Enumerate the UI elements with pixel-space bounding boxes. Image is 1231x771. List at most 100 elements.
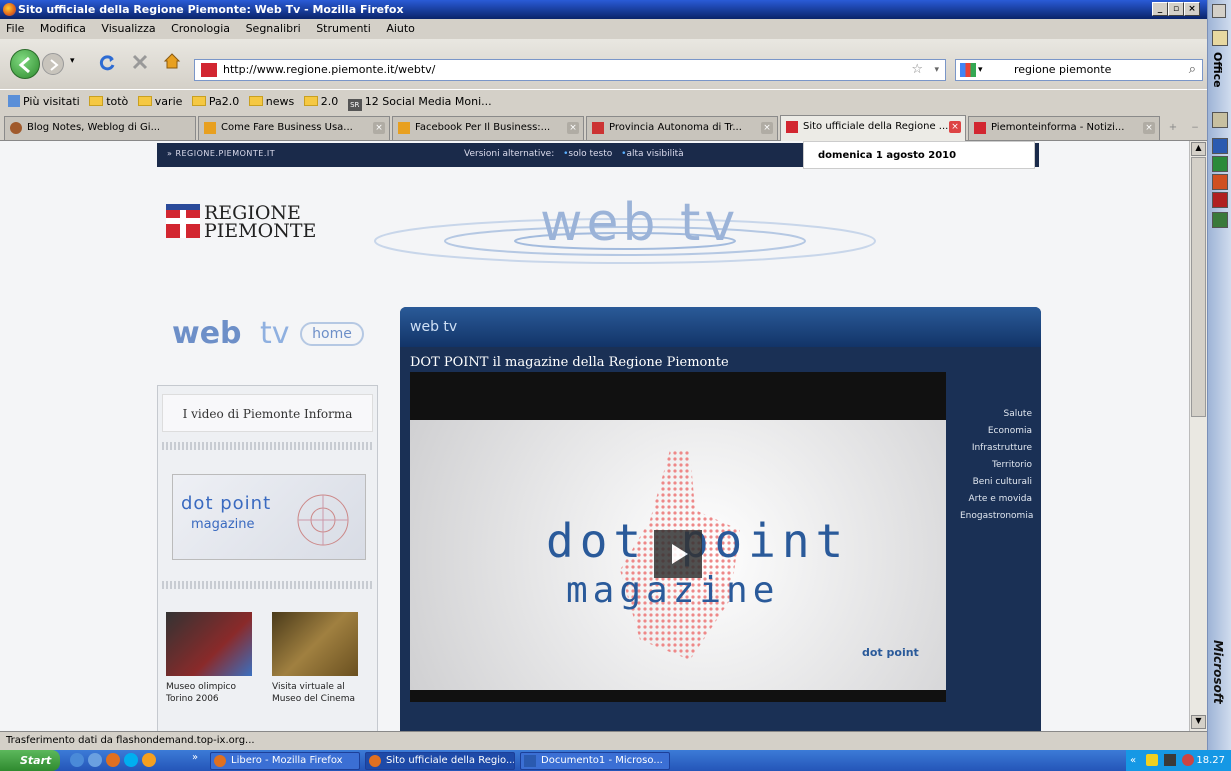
tab-regione-piemonte[interactable]: Sito ufficiale della Regione ... × — [780, 115, 966, 141]
divider — [162, 581, 373, 589]
sidebar-title: I video di Piemonte Informa — [162, 394, 373, 432]
menu-file[interactable]: File — [0, 19, 30, 39]
search-bar[interactable]: ▾ regione piemonte ⌕ — [955, 59, 1203, 81]
office-menu-icon[interactable] — [1212, 4, 1226, 18]
menu-segnalibri[interactable]: Segnalibri — [240, 19, 307, 39]
category-item[interactable]: Arte e movida — [960, 491, 1032, 508]
access-icon[interactable] — [1212, 192, 1228, 208]
url-dropdown-icon[interactable]: ▾ — [934, 60, 939, 80]
minimize-button[interactable]: _ — [1152, 2, 1168, 16]
new-tab-button[interactable]: + — [1162, 118, 1184, 138]
bookmark-pa20[interactable]: Pa2.0 — [190, 90, 243, 114]
search-icon[interactable]: ⌕ — [1189, 60, 1196, 80]
restore-button[interactable]: ▫ — [1168, 2, 1184, 16]
bookmark-most-visited[interactable]: Più visitati — [0, 90, 84, 114]
bookmark-varie[interactable]: varie — [136, 90, 187, 114]
reload-icon[interactable] — [96, 51, 118, 73]
video-player[interactable]: dot point magazine dot point — [410, 372, 946, 702]
video-thumbnail-museo-olimpico[interactable] — [166, 612, 252, 676]
folder-icon — [89, 96, 104, 106]
bookmark-toto[interactable]: totò — [87, 90, 132, 114]
bookmark-social-media[interactable]: SR 12 Social Media Moni... — [346, 90, 496, 114]
stop-icon[interactable] — [130, 52, 150, 72]
video-label-museo-olimpico[interactable]: Museo olimpico Torino 2006 — [166, 681, 236, 705]
tab-provincia[interactable]: Provincia Autonoma di Tr... × — [586, 116, 778, 140]
vertical-scrollbar[interactable]: ▲ ▼ — [1189, 141, 1207, 731]
close-tab-icon[interactable]: × — [761, 122, 773, 134]
browser-icon[interactable] — [88, 753, 102, 767]
close-tab-icon[interactable]: × — [567, 122, 579, 134]
dot-point-thumbnail[interactable]: dot point magazine — [172, 474, 366, 560]
high-visibility-link[interactable]: alta visibilità — [626, 149, 683, 159]
window-titlebar[interactable]: Sito ufficiale della Regione Piemonte: W… — [0, 0, 1207, 19]
clock[interactable]: 18.27 — [1196, 755, 1225, 766]
menu-visualizza[interactable]: Visualizza — [95, 19, 161, 39]
menu-cronologia[interactable]: Cronologia — [165, 19, 236, 39]
regione-site-link[interactable]: » REGIONE.PIEMONTE.IT — [167, 143, 275, 165]
tray-expand-icon[interactable]: « — [1130, 750, 1136, 771]
site-favicon — [204, 122, 216, 134]
network-icon[interactable] — [1146, 754, 1158, 766]
ie-icon[interactable] — [70, 753, 84, 767]
category-item[interactable]: Enogastronomia — [960, 508, 1033, 525]
close-tab-icon[interactable]: × — [1143, 122, 1155, 134]
tab-list-button[interactable]: − — [1186, 118, 1204, 138]
skype-icon[interactable] — [124, 753, 138, 767]
search-engine-dropdown-icon[interactable]: ▾ — [978, 60, 983, 80]
folder-icon — [248, 96, 263, 106]
task-regione-firefox[interactable]: Sito ufficiale della Regio... — [365, 752, 515, 770]
word-icon[interactable] — [1212, 138, 1228, 154]
category-item[interactable]: Salute — [960, 406, 1033, 423]
close-tab-icon[interactable]: × — [949, 121, 961, 133]
webtv-logo: web tv — [540, 193, 740, 253]
bookmark-star-icon[interactable]: ☆ — [911, 60, 923, 80]
system-tray: « 18.27 — [1126, 750, 1231, 771]
powerpoint-icon[interactable] — [1212, 174, 1228, 190]
history-dropdown-icon[interactable]: ▾ — [70, 56, 75, 66]
firefox-icon — [214, 755, 226, 767]
project-icon[interactable] — [1212, 212, 1228, 228]
bookmark-20[interactable]: 2.0 — [302, 90, 343, 114]
task-word-document[interactable]: Documento1 - Microso... — [520, 752, 670, 770]
forward-button[interactable] — [42, 53, 64, 75]
bookmark-news[interactable]: news — [247, 90, 298, 114]
url-bar[interactable]: http://www.regione.piemonte.it/webtv/ ☆ … — [194, 59, 946, 81]
video-player-panel: web tv DOT POINT il magazine della Regio… — [400, 307, 1041, 731]
tab-blog-notes[interactable]: Blog Notes, Weblog di Gi... — [4, 116, 196, 140]
category-item[interactable]: Economia — [960, 423, 1032, 440]
text-only-link[interactable]: solo testo — [568, 149, 612, 159]
home-icon[interactable] — [162, 51, 182, 71]
google-icon[interactable] — [960, 63, 976, 77]
tab-business[interactable]: Come Fare Business Usa... × — [198, 116, 390, 140]
volume-icon[interactable] — [1164, 754, 1176, 766]
excel-icon[interactable] — [1212, 156, 1228, 172]
tab-facebook[interactable]: Facebook Per Il Business:... × — [392, 116, 584, 140]
menu-modifica[interactable]: Modifica — [34, 19, 92, 39]
menu-aiuto[interactable]: Aiuto — [380, 19, 421, 39]
firefox-quicklaunch-icon[interactable] — [106, 753, 120, 767]
category-item[interactable]: Territorio — [960, 457, 1032, 474]
category-item[interactable]: Beni culturali — [960, 474, 1032, 491]
url-text: http://www.regione.piemonte.it/webtv/ — [223, 63, 436, 76]
back-button[interactable] — [10, 49, 40, 79]
video-label-museo-cinema[interactable]: Visita virtuale al Museo del Cinema — [272, 681, 355, 705]
tab-piemonteinforma[interactable]: Piemonteinforma - Notizi... × — [968, 116, 1160, 140]
scroll-down-icon[interactable]: ▼ — [1191, 715, 1206, 729]
start-button[interactable]: Start — [0, 750, 60, 771]
video-frame: dot point magazine dot point — [410, 420, 946, 690]
menu-strumenti[interactable]: Strumenti — [310, 19, 377, 39]
category-item[interactable]: Infrastrutture — [960, 440, 1032, 457]
scroll-thumb[interactable] — [1191, 157, 1206, 417]
office-folder-icon[interactable] — [1212, 30, 1228, 46]
task-libero-firefox[interactable]: Libero - Mozilla Firefox — [210, 752, 360, 770]
play-button[interactable] — [654, 530, 702, 578]
close-button[interactable]: × — [1184, 2, 1200, 16]
close-tab-icon[interactable]: × — [373, 122, 385, 134]
messenger-icon[interactable] — [142, 753, 156, 767]
scroll-up-icon[interactable]: ▲ — [1191, 142, 1206, 156]
quicklaunch-more-icon[interactable]: » — [192, 752, 198, 763]
security-alert-icon[interactable] — [1182, 754, 1194, 766]
webtv-home-button[interactable]: web tv home — [168, 312, 365, 354]
office-tool-icon[interactable] — [1212, 112, 1228, 128]
video-thumbnail-museo-cinema[interactable] — [272, 612, 358, 676]
